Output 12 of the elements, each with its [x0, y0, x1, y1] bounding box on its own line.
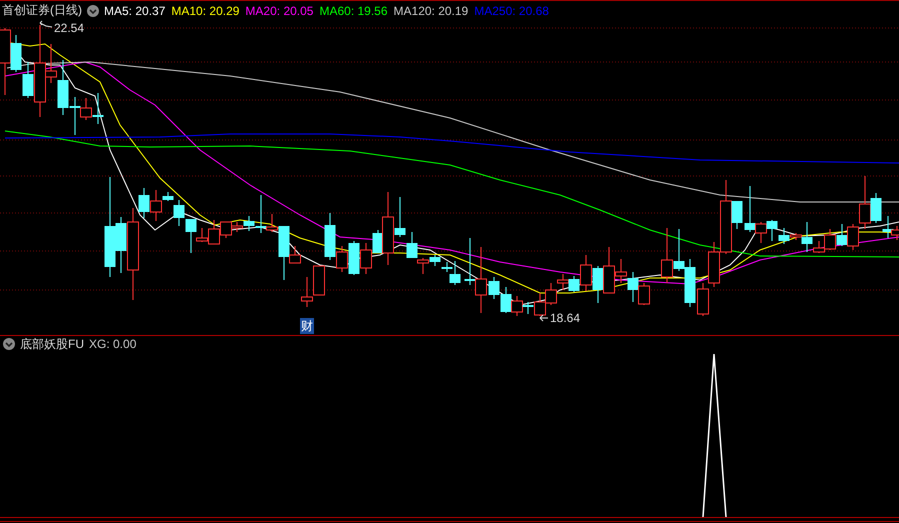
indicator-value: MA5: 20.37: [104, 4, 166, 18]
price-label: 22.54: [54, 21, 84, 35]
indicator-value: MA10: 20.29: [171, 4, 240, 18]
finance-badge[interactable]: 财: [300, 318, 314, 334]
chart-title: 首创证券(日线): [2, 2, 82, 19]
indicator-value: XG: 0.00: [89, 337, 136, 351]
indicator-value: MA60: 19.56: [319, 4, 388, 18]
indicator-value: MA20: 20.05: [245, 4, 314, 18]
indicator-value: MA120: 20.19: [394, 4, 468, 18]
price-label: 18.64: [550, 311, 580, 325]
indicator-value: MA250: 20.68: [474, 4, 549, 18]
indicator-title: 底部妖股FU: [20, 336, 84, 352]
